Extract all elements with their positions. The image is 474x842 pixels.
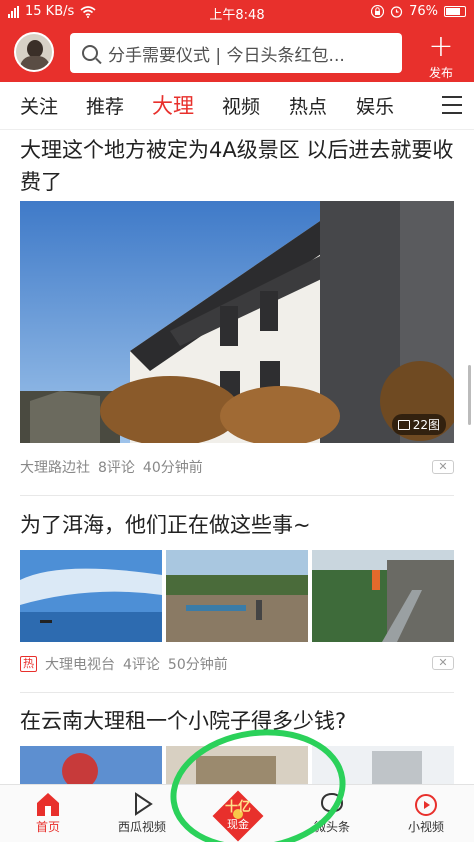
article-thumbnail[interactable] <box>166 746 308 784</box>
nav-small-video[interactable]: 小视频 <box>386 790 466 835</box>
nav-weitoutiao[interactable]: 微头条 <box>292 790 372 835</box>
nav-label: 现金 <box>227 818 249 831</box>
search-icon <box>82 45 98 61</box>
cash-top-label: 十亿 <box>224 800 251 815</box>
tab-video[interactable]: 视频 <box>222 92 260 119</box>
status-bar: 15 KB/s 上午8:48 76% <box>0 0 474 26</box>
menu-icon[interactable] <box>442 96 462 114</box>
nav-label: 小视频 <box>407 820 444 834</box>
plus-icon: + <box>428 29 454 64</box>
gallery-icon <box>397 419 410 430</box>
nav-cash[interactable]: 十亿 现金 <box>206 786 270 842</box>
channel-tabs: 关注 推荐 大理 视频 热点 娱乐 <box>0 82 474 130</box>
article-time: 40分钟前 <box>142 460 203 476</box>
building-photo <box>20 201 454 443</box>
article-thumbnail[interactable] <box>312 746 454 784</box>
scrollbar[interactable] <box>468 365 471 425</box>
article-title[interactable]: 大理这个地方被定为4A级景区 以后进去就要收费了 <box>20 134 458 198</box>
battery-icon <box>444 6 466 17</box>
image-count-badge: 22图 <box>391 414 446 435</box>
article-meta: 热 大理电视台 4评论 50分钟前 <box>20 654 228 674</box>
article-comments: 4评论 <box>123 657 160 673</box>
small-video-icon <box>415 794 437 816</box>
home-icon <box>37 793 59 816</box>
article-thumbnail[interactable] <box>20 550 162 642</box>
nav-label: 首页 <box>35 820 60 834</box>
dismiss-icon[interactable]: ✕ <box>432 656 454 670</box>
article-source: 大理路边社 <box>20 460 90 476</box>
tab-recommend[interactable]: 推荐 <box>86 92 124 119</box>
dismiss-icon[interactable]: ✕ <box>432 460 454 474</box>
play-icon <box>135 792 153 816</box>
article-time: 50分钟前 <box>167 657 228 673</box>
article-thumbnail[interactable] <box>312 550 454 642</box>
article-source: 大理电视台 <box>45 657 115 673</box>
search-bar[interactable]: 分手需要仪式 | 今日头条红包... <box>70 33 402 73</box>
article-thumbnail[interactable] <box>20 746 162 784</box>
battery-percent: 76% <box>409 4 438 19</box>
article-title[interactable]: 为了洱海，他们正在做这些事~ <box>20 509 458 541</box>
alarm-icon <box>390 6 403 18</box>
article-comments: 8评论 <box>98 460 135 476</box>
tab-hot[interactable]: 热点 <box>289 92 327 119</box>
nav-label: 微头条 <box>313 820 350 834</box>
tab-follow[interactable]: 关注 <box>20 92 58 119</box>
article-image[interactable]: 22图 <box>20 201 454 443</box>
article-meta: 大理路边社 8评论 40分钟前 <box>20 457 203 477</box>
user-avatar[interactable] <box>14 32 54 72</box>
hot-badge: 热 <box>20 656 37 672</box>
publish-button[interactable]: + 发布 <box>416 32 466 81</box>
nav-home[interactable]: 首页 <box>8 790 88 835</box>
lock-icon <box>371 5 385 18</box>
tab-entertainment[interactable]: 娱乐 <box>356 92 394 119</box>
article-title[interactable]: 在云南大理租一个小院子得多少钱? <box>20 705 458 737</box>
divider <box>20 495 454 496</box>
chat-bubble-icon <box>320 792 344 817</box>
search-placeholder: 分手需要仪式 | 今日头条红包... <box>108 45 345 66</box>
tab-dali[interactable]: 大理 <box>152 90 194 120</box>
divider <box>20 692 454 693</box>
article-thumbnail[interactable] <box>166 550 308 642</box>
publish-label: 发布 <box>428 66 453 80</box>
nav-label: 西瓜视频 <box>117 820 166 834</box>
nav-xigua-video[interactable]: 西瓜视频 <box>102 790 182 835</box>
